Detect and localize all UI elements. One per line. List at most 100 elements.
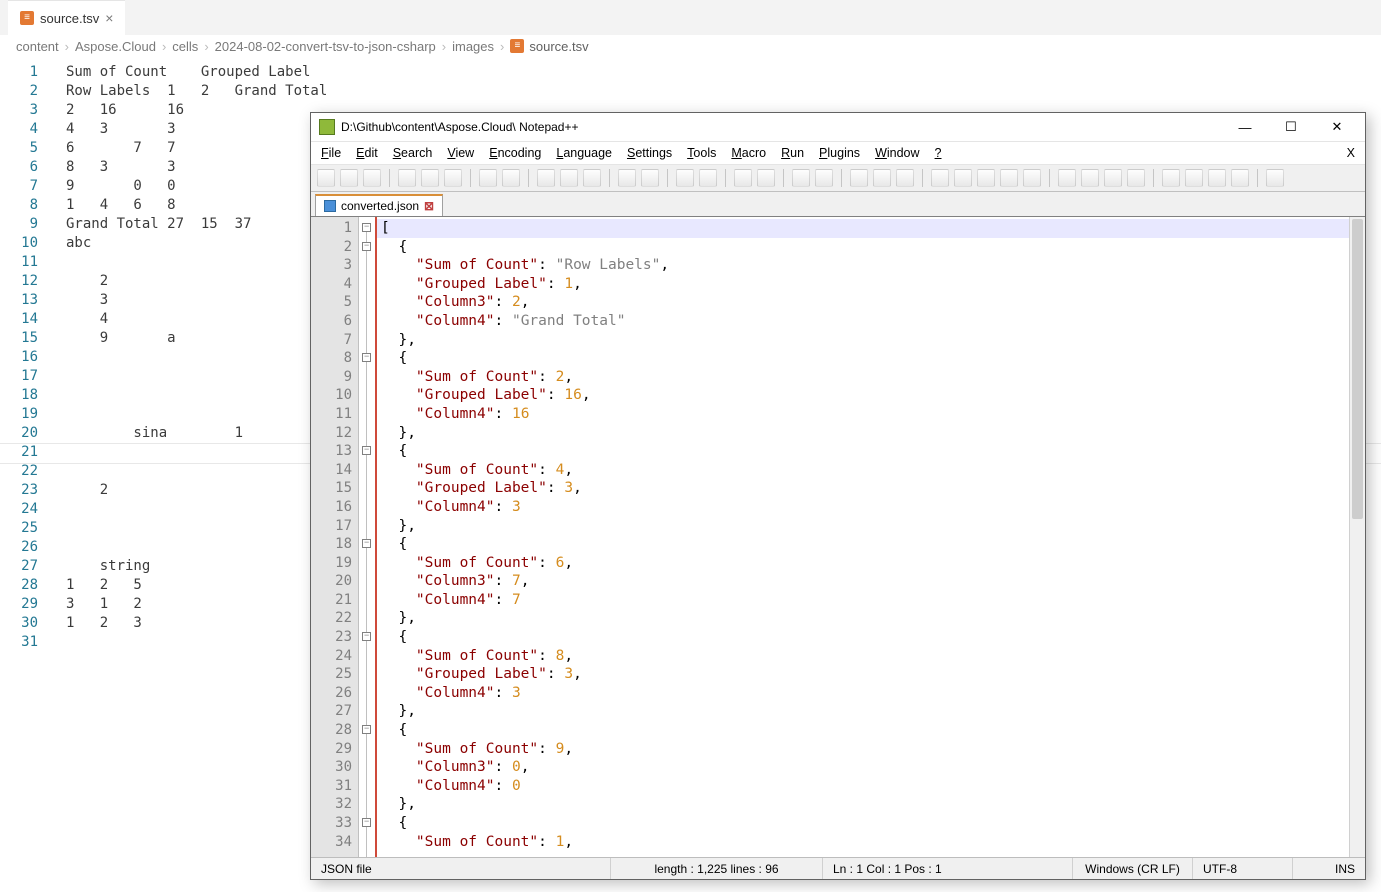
scrollbar-thumb[interactable] [1352,219,1363,519]
titlebar[interactable]: D:\Github\content\Aspose.Cloud\ Notepad+… [311,113,1365,142]
breadcrumb-item[interactable]: images [452,39,494,54]
status-position: Ln : 1 Col : 1 Pos : 1 [823,858,1073,879]
breadcrumb-item[interactable]: cells [172,39,198,54]
menu-edit[interactable]: Edit [356,146,378,160]
menu-view[interactable]: View [447,146,474,160]
toolbar-icon[interactable] [479,169,497,187]
toolbar-icon[interactable] [618,169,636,187]
toolbar-icon[interactable] [977,169,995,187]
toolbar-icon[interactable] [1023,169,1041,187]
toolbar-icon[interactable] [1208,169,1226,187]
toolbar-icon[interactable] [1127,169,1145,187]
toolbar-icon[interactable] [641,169,659,187]
toolbar-separator [389,169,390,187]
toolbar-icon[interactable] [502,169,520,187]
menu-?[interactable]: ? [935,146,942,160]
chevron-right-icon: › [204,39,208,54]
toolbar-icon[interactable] [850,169,868,187]
toolbar-icon[interactable] [734,169,752,187]
vertical-scrollbar[interactable] [1349,217,1365,857]
fold-toggle-icon[interactable] [362,818,371,827]
menu-search[interactable]: Search [393,146,433,160]
menu-encoding[interactable]: Encoding [489,146,541,160]
toolbar-icon[interactable] [340,169,358,187]
toolbar-icon[interactable] [317,169,335,187]
menu-macro[interactable]: Macro [731,146,766,160]
tab-bar: source.tsv × [0,0,1381,35]
minimize-button[interactable]: — [1225,113,1265,142]
toolbar-icon[interactable] [1081,169,1099,187]
menu-plugins[interactable]: Plugins [819,146,860,160]
toolbar-icon[interactable] [363,169,381,187]
toolbar-icon[interactable] [583,169,601,187]
code-content[interactable]: [ { "Sum of Count": "Row Labels", "Group… [381,219,1349,851]
toolbar-separator [528,169,529,187]
toolbar-icon[interactable] [1000,169,1018,187]
toolbar-icon[interactable] [792,169,810,187]
fold-toggle-icon[interactable] [362,632,371,641]
window-title: D:\Github\content\Aspose.Cloud\ Notepad+… [341,120,1219,134]
fold-toggle-icon[interactable] [362,539,371,548]
fold-toggle-icon[interactable] [362,725,371,734]
doc-tab-converted-json[interactable]: converted.json ⊠ [315,194,443,216]
menu-language[interactable]: Language [556,146,612,160]
fold-column[interactable] [359,217,375,857]
document-tabs: converted.json ⊠ [311,192,1365,216]
toolbar-icon[interactable] [757,169,775,187]
line-number-gutter: 1234567891011121314151617181920212223242… [0,63,56,652]
doc-tab-close-icon[interactable]: ⊠ [424,199,434,213]
status-encoding: UTF-8 [1193,858,1293,879]
tab-label: source.tsv [40,11,99,26]
toolbar-separator [609,169,610,187]
toolbar-icon[interactable] [398,169,416,187]
menu-x-right[interactable]: X [1347,146,1355,160]
menu-file[interactable]: File [321,146,341,160]
tab-source-tsv[interactable]: source.tsv × [8,0,125,35]
toolbar-icon[interactable] [1104,169,1122,187]
toolbar-icon[interactable] [1058,169,1076,187]
toolbar-icon[interactable] [954,169,972,187]
toolbar[interactable] [311,164,1365,192]
toolbar-icon[interactable] [896,169,914,187]
toolbar-icon[interactable] [1185,169,1203,187]
menu-run[interactable]: Run [781,146,804,160]
chevron-right-icon: › [65,39,69,54]
toolbar-icon[interactable] [873,169,891,187]
menu-window[interactable]: Window [875,146,919,160]
menu-bar[interactable]: File Edit Search View Encoding Language Settin… [311,142,1365,164]
breadcrumb-item[interactable]: source.tsv [510,39,588,54]
maximize-button[interactable]: ☐ [1271,113,1311,142]
breadcrumb-item[interactable]: Aspose.Cloud [75,39,156,54]
toolbar-icon[interactable] [815,169,833,187]
menu-tools[interactable]: Tools [687,146,716,160]
chevron-right-icon: › [162,39,166,54]
fold-toggle-icon[interactable] [362,242,371,251]
toolbar-icon[interactable] [560,169,578,187]
toolbar-icon[interactable] [537,169,555,187]
code-area[interactable]: 1234567891011121314151617181920212223242… [311,216,1365,857]
toolbar-icon[interactable] [1162,169,1180,187]
line-number-gutter: 1234567891011121314151617181920212223242… [311,217,359,857]
toolbar-separator [1049,169,1050,187]
toolbar-separator [783,169,784,187]
tab-close-icon[interactable]: × [105,11,113,25]
toolbar-icon[interactable] [699,169,717,187]
toolbar-icon[interactable] [421,169,439,187]
toolbar-icon[interactable] [1231,169,1249,187]
breadcrumb-item[interactable]: content [16,39,59,54]
breadcrumb-item[interactable]: 2024-08-02-convert-tsv-to-json-csharp [215,39,436,54]
toolbar-icon[interactable] [676,169,694,187]
fold-toggle-icon[interactable] [362,446,371,455]
chevron-right-icon: › [500,39,504,54]
breadcrumb[interactable]: content › Aspose.Cloud › cells › 2024-08-02-co… [0,35,1381,57]
toolbar-icon[interactable] [444,169,462,187]
close-button[interactable]: ✕ [1317,113,1357,142]
toolbar-icon[interactable] [931,169,949,187]
fold-toggle-icon[interactable] [362,353,371,362]
toolbar-separator [725,169,726,187]
toolbar-separator [470,169,471,187]
toolbar-separator [1257,169,1258,187]
toolbar-icon[interactable] [1266,169,1284,187]
menu-settings[interactable]: Settings [627,146,672,160]
fold-toggle-icon[interactable] [362,223,371,232]
